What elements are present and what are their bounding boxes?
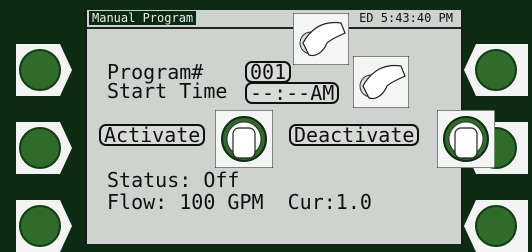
screen-title: Manual Program <box>89 11 197 25</box>
softkey-left-2[interactable] <box>8 122 72 174</box>
flow-text: Flow: 100 GPM Cur:1.0 <box>107 190 372 214</box>
softkey-left-1[interactable] <box>8 44 72 96</box>
status-text: Status: Off <box>107 168 240 192</box>
program-number-field[interactable]: 001 <box>245 61 292 83</box>
hand-gesture-icon <box>293 13 349 65</box>
start-time-label: Start Time <box>107 79 228 103</box>
touch-button-icon-2[interactable] <box>437 110 495 168</box>
start-time-field[interactable]: --:--AM <box>245 82 340 104</box>
deactivate-button[interactable]: Deactivate <box>289 124 420 146</box>
lcd-screen: Manual Program ED 5:43:40 PM Program# 00… <box>85 10 463 244</box>
activate-button[interactable]: Activate <box>99 124 206 146</box>
hand-gesture-icon-2 <box>353 56 409 108</box>
clock-readout: ED 5:43:40 PM <box>359 11 453 25</box>
softkey-right-1[interactable] <box>464 44 528 96</box>
softkey-left-3[interactable] <box>8 200 72 252</box>
softkey-right-3[interactable] <box>464 200 528 252</box>
title-bar: Manual Program ED 5:43:40 PM <box>87 10 461 29</box>
touch-button-icon[interactable] <box>215 110 273 168</box>
